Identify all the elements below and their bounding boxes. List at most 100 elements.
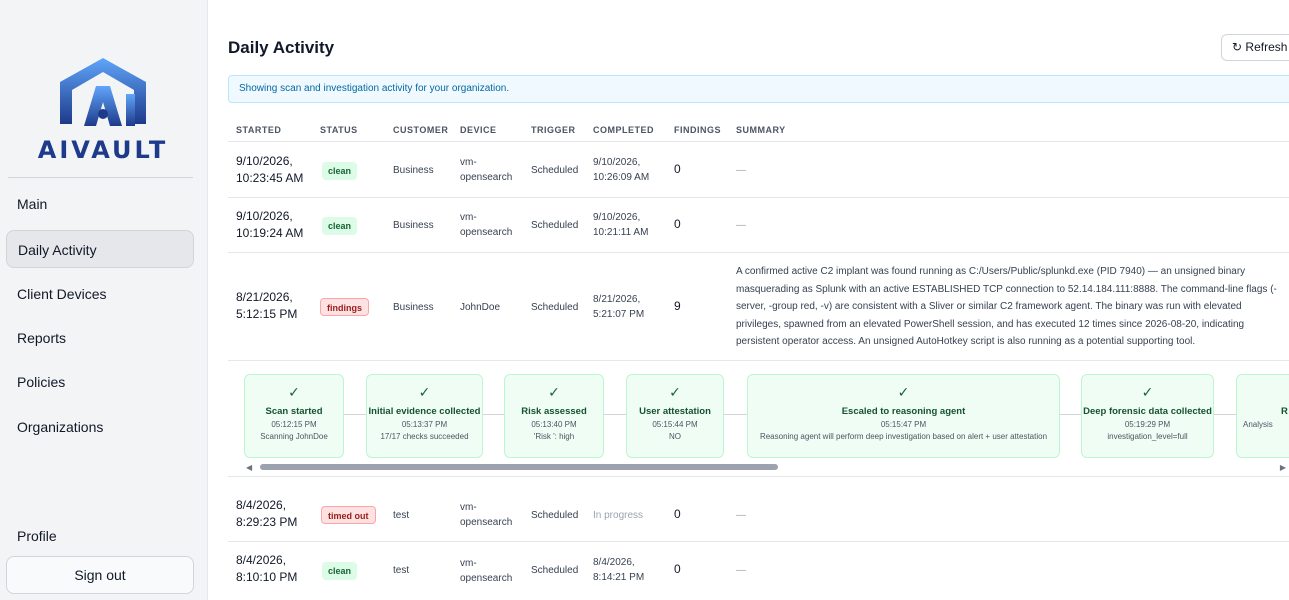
scrollbar-thumb[interactable]	[260, 464, 778, 470]
timeline-step: ✓ Scan started 05:12:15 PM Scanning John…	[244, 374, 344, 458]
step-detail: 17/17 checks succeeded	[380, 432, 469, 441]
step-label: User attestation	[639, 406, 711, 417]
step-detail: Scanning JohnDoe	[260, 432, 328, 441]
device-cell: vm-opensearch	[460, 558, 513, 584]
refresh-label: Refresh	[1245, 40, 1288, 54]
timeline-scrollbar[interactable]: ◀ ▶	[246, 462, 1286, 472]
timeline-step: ✓ Escaled to reasoning agent 05:15:47 PM…	[747, 374, 1060, 458]
timeline-connector	[1060, 414, 1081, 415]
column-header-status[interactable]: STATUS	[320, 125, 358, 135]
check-icon: ✓	[669, 384, 681, 400]
step-detail: Reasoning agent will perform deep invest…	[759, 432, 1048, 441]
nav-item-reports[interactable]: Reports	[6, 319, 194, 357]
row-divider	[228, 541, 1289, 542]
scroll-right-arrow-icon[interactable]: ▶	[1280, 463, 1286, 472]
column-header-trigger[interactable]: TRIGGER	[531, 125, 576, 135]
started-cell: 8/21/2026, 5:12:15 PM	[236, 290, 298, 321]
profile-link[interactable]: Profile	[17, 528, 57, 544]
status-badge: findings	[320, 298, 369, 316]
device-cell: vm-opensearch	[460, 502, 513, 528]
timeline-step: ✓ Risk assessed 05:13:40 PM 'Risk ': hig…	[504, 374, 604, 458]
step-detail: investigation_level=full	[1107, 432, 1188, 441]
timeline-track: ✓ Scan started 05:12:15 PM Scanning John…	[228, 361, 1289, 461]
device-cell: JohnDoe	[460, 302, 501, 313]
column-header-device[interactable]: DEVICE	[460, 125, 497, 135]
status-badge: clean	[322, 217, 358, 235]
customer-cell: Business	[393, 302, 434, 313]
row-divider	[228, 197, 1289, 198]
check-icon: ✓	[1141, 384, 1154, 400]
column-header-customer[interactable]: CUSTOMER	[393, 125, 448, 135]
summary-cell: —	[736, 165, 746, 176]
nav-item-client-devices[interactable]: Client Devices	[6, 275, 194, 313]
step-time: 05:12:15 PM	[271, 420, 317, 429]
trigger-cell: Scheduled	[531, 165, 579, 176]
check-icon: ✓	[288, 384, 300, 400]
sidebar: AIVAULT Main Daily Activity Client Devic…	[0, 0, 208, 600]
nav-item-daily-activity[interactable]: Daily Activity	[6, 230, 194, 268]
info-banner: Showing scan and investigation activity …	[228, 75, 1289, 103]
customer-cell: Business	[393, 220, 434, 231]
trigger-cell: Scheduled	[531, 220, 579, 231]
device-cell: vm-opensearch	[460, 212, 513, 238]
status-badge: clean	[322, 162, 358, 180]
nav-item-organizations[interactable]: Organizations	[6, 408, 194, 446]
column-header-summary[interactable]: SUMMARY	[736, 125, 786, 135]
refresh-icon: ↻	[1232, 40, 1243, 54]
status-badge: timed out	[321, 506, 376, 524]
started-cell: 9/10/2026, 10:23:45 AM	[236, 154, 304, 185]
timeline-step: ✓ Initial evidence collected 05:13:37 PM…	[366, 374, 483, 458]
timeline-connector	[1214, 414, 1236, 415]
completed-cell: 9/10/2026, 10:26:09 AM	[593, 157, 650, 183]
step-time: 05:15:47 PM	[880, 420, 927, 429]
findings-count: 0	[674, 162, 681, 176]
customer-cell: test	[393, 565, 410, 576]
completed-cell: 8/21/2026, 5:21:07 PM	[593, 294, 645, 320]
nav-item-policies[interactable]: Policies	[6, 363, 194, 401]
step-time: 05:13:37 PM	[401, 420, 448, 429]
started-cell: 8/4/2026, 8:10:10 PM	[236, 553, 298, 584]
step-detail: Analysis	[1243, 420, 1273, 429]
step-detail: NO	[669, 432, 681, 441]
column-header-findings[interactable]: FINDINGS	[674, 125, 721, 135]
summary-cell: —	[736, 565, 746, 576]
step-label: R	[1281, 406, 1288, 417]
sign-out-button[interactable]: Sign out	[6, 556, 194, 594]
started-cell: 8/4/2026, 8:29:23 PM	[236, 498, 298, 529]
step-label: Initial evidence collected	[368, 406, 481, 417]
logo-wordmark: AIVAULT	[37, 136, 169, 164]
investigation-timeline[interactable]: ✓ Scan started 05:12:15 PM Scanning John…	[228, 361, 1289, 477]
step-detail: 'Risk ': high	[533, 432, 575, 441]
timeline-connector	[604, 414, 626, 415]
trigger-cell: Scheduled	[531, 565, 579, 576]
page-title: Daily Activity	[228, 38, 335, 57]
device-cell: vm-opensearch	[460, 157, 513, 183]
check-icon: ✓	[897, 384, 910, 400]
step-label: Risk assessed	[521, 406, 587, 417]
trigger-cell: Scheduled	[531, 302, 579, 313]
status-badge: clean	[322, 562, 358, 580]
summary-cell: A confirmed active C2 implant was found …	[736, 266, 1277, 347]
timeline-connector	[724, 414, 747, 415]
summary-cell: —	[736, 220, 746, 231]
step-time: 05:13:40 PM	[531, 420, 577, 429]
trigger-cell: Scheduled	[531, 510, 579, 521]
findings-count: 0	[674, 562, 681, 576]
completed-cell: In progress	[593, 510, 644, 521]
sidebar-divider	[8, 177, 193, 178]
header-divider	[228, 141, 1289, 142]
step-label: Scan started	[265, 406, 323, 417]
refresh-button[interactable]: ↻ Refresh	[1221, 34, 1289, 61]
completed-cell: 8/4/2026, 8:14:21 PM	[593, 557, 645, 583]
column-header-completed[interactable]: COMPLETED	[593, 125, 654, 135]
customer-cell: test	[393, 510, 410, 521]
step-time: 05:15:44 PM	[652, 420, 698, 429]
timeline-step: ✓ R Analysis	[1236, 374, 1289, 458]
step-time: 05:19:29 PM	[1124, 420, 1171, 429]
nav-item-main[interactable]: Main	[6, 185, 194, 223]
column-header-started[interactable]: STARTED	[236, 125, 281, 135]
findings-count: 0	[674, 507, 681, 521]
summary-cell: —	[736, 510, 746, 521]
scroll-left-arrow-icon[interactable]: ◀	[246, 463, 252, 472]
findings-count: 9	[674, 299, 681, 313]
